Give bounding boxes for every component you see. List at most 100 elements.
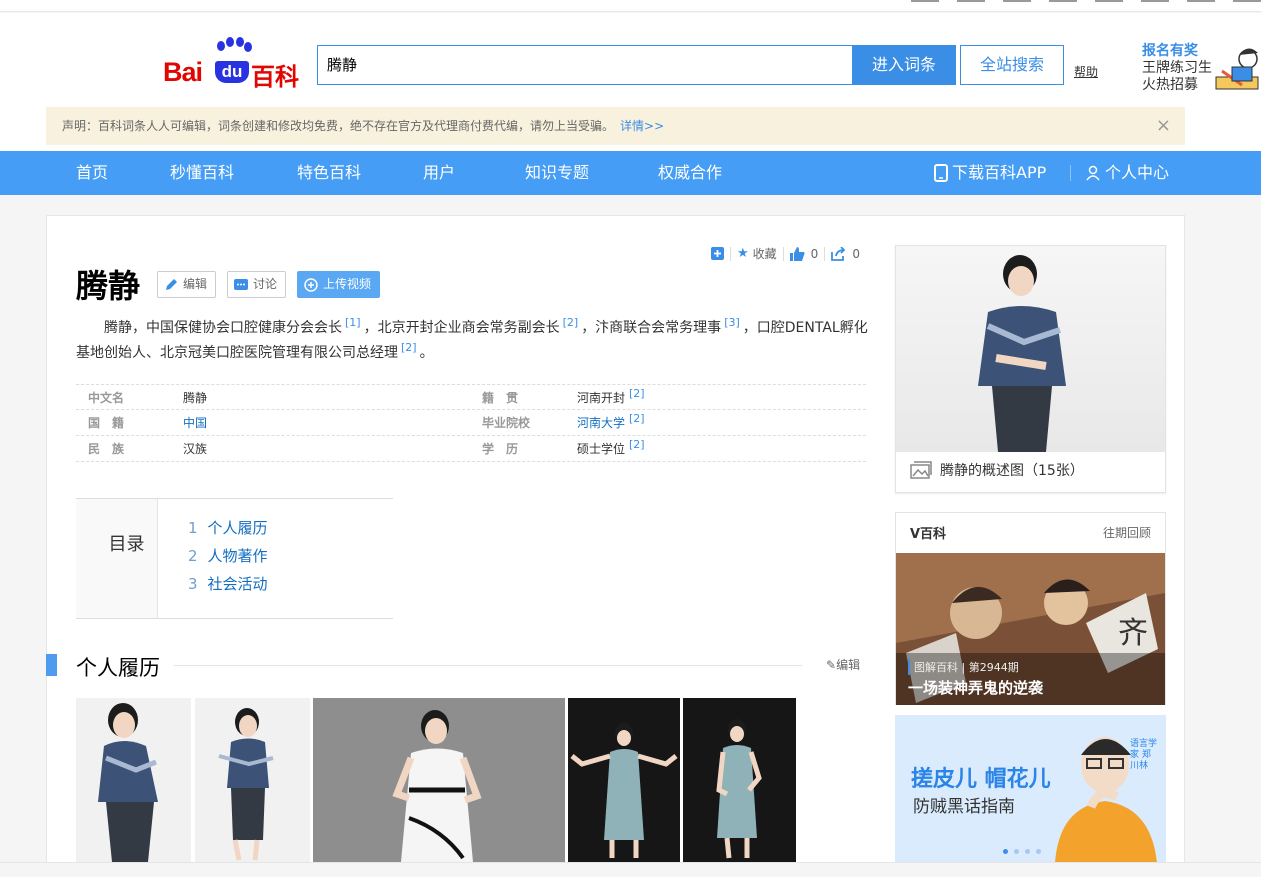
top-link[interactable] bbox=[1141, 0, 1169, 2]
top-link[interactable] bbox=[911, 0, 939, 2]
info-value: 腾静 bbox=[183, 391, 208, 405]
nav-item-topics[interactable]: 知识专题 bbox=[525, 151, 589, 195]
add-icon[interactable] bbox=[711, 247, 724, 260]
carousel-dot[interactable] bbox=[1003, 849, 1008, 854]
info-row: 国 籍 中国 毕业院校 河南大学 [2] bbox=[76, 410, 866, 436]
reference-mark[interactable]: [2] bbox=[629, 438, 645, 451]
favorite-label[interactable]: 收藏 bbox=[753, 245, 777, 262]
album-caption[interactable]: 腾静的概述图（15张） bbox=[910, 460, 1084, 480]
info-value-link[interactable]: 河南大学 bbox=[577, 416, 625, 430]
promo-mascot-illustration[interactable] bbox=[1212, 41, 1261, 99]
reference-mark[interactable]: [3] bbox=[724, 316, 740, 329]
v-baike-card[interactable]: V百科 往期回顾 齐 图解百科 | 第2944期 一场装神弄鬼的逆袭 bbox=[895, 512, 1166, 705]
person-photo bbox=[98, 703, 158, 862]
v-baike-title: V百科 bbox=[910, 527, 947, 542]
info-row: 中文名 腾静 籍 贯 河南开封 [2] bbox=[76, 384, 866, 410]
close-icon[interactable]: × bbox=[1156, 107, 1171, 145]
album-cover-image[interactable] bbox=[896, 246, 1165, 452]
promo-title: 报名有奖 bbox=[1142, 43, 1198, 59]
promo-banner[interactable]: 报名有奖 王牌练习生 火热招募 bbox=[1142, 40, 1212, 94]
nav-divider bbox=[1070, 165, 1071, 181]
edit-button[interactable]: 编辑 bbox=[157, 271, 217, 298]
section-edit-link[interactable]: ✎编辑 bbox=[826, 656, 860, 673]
discuss-button-label: 讨论 bbox=[253, 277, 278, 291]
site-search-button[interactable]: 全站搜索 bbox=[960, 45, 1064, 85]
share-icon[interactable] bbox=[831, 246, 846, 261]
user-center-label: 个人中心 bbox=[1105, 163, 1170, 182]
baidu-baike-logo[interactable]: Bai du 百科 bbox=[163, 37, 299, 91]
summary-text: 。 bbox=[419, 345, 434, 361]
edit-button-label: 编辑 bbox=[183, 277, 208, 291]
photo-thumbnail[interactable] bbox=[313, 698, 565, 862]
header: Bai du 百科 腾静 进入词条 全站搜索 帮助 报名有奖 王牌练习生 火热招… bbox=[0, 13, 1261, 151]
nav-item-cooperation[interactable]: 权威合作 bbox=[658, 151, 722, 195]
nav-item-miaodong[interactable]: 秒懂百科 bbox=[170, 151, 234, 195]
v-baike-issue: 图解百科 | 第2944期 bbox=[908, 659, 1019, 675]
download-app-link[interactable]: 下载百科APP bbox=[934, 151, 1046, 195]
top-link[interactable] bbox=[1049, 0, 1077, 2]
reference-mark[interactable]: [2] bbox=[629, 387, 645, 400]
toolbar-divider bbox=[782, 246, 784, 261]
v-baike-more-link[interactable]: 往期回顾 bbox=[1103, 524, 1151, 541]
star-icon[interactable]: ★ bbox=[737, 246, 749, 261]
image-icon bbox=[910, 461, 932, 479]
paw-icon bbox=[217, 37, 252, 52]
info-value-link[interactable]: 中国 bbox=[183, 410, 207, 436]
likes-count: 0 bbox=[810, 246, 819, 261]
person-photo bbox=[570, 723, 678, 858]
search-input[interactable]: 腾静 bbox=[317, 45, 853, 85]
photo-thumbnail[interactable] bbox=[568, 698, 680, 862]
summary-text: ，汴商联合会常务理事 bbox=[581, 320, 722, 336]
album-caption-text: 腾静的概述图（15张） bbox=[940, 463, 1084, 479]
entry-toolbar: ★ 收藏 0 0 bbox=[711, 245, 860, 262]
top-link[interactable] bbox=[957, 0, 985, 2]
main-nav: 首页 秒懂百科 特色百科 用户 知识专题 权威合作 下载百科APP 个人中心 bbox=[0, 151, 1261, 195]
top-link[interactable] bbox=[1003, 0, 1031, 2]
nav-item-users[interactable]: 用户 bbox=[423, 151, 455, 195]
info-value-text: 河南开封 bbox=[577, 391, 626, 405]
toc-item[interactable]: 1 个人履历 bbox=[188, 517, 268, 538]
info-key: 中文名 bbox=[88, 391, 125, 405]
entry-title: 腾静 bbox=[76, 267, 141, 305]
promo-ad-card[interactable]: 搓皮儿 帽花儿 防贼黑话指南 语言学家 郑川林 bbox=[895, 715, 1166, 863]
carousel-dot[interactable] bbox=[1025, 849, 1030, 854]
carousel-dot[interactable] bbox=[1036, 849, 1041, 854]
top-link[interactable] bbox=[1095, 0, 1123, 2]
reference-mark[interactable]: [1] bbox=[345, 316, 361, 329]
discuss-button[interactable]: 讨论 bbox=[227, 271, 287, 298]
toc-item[interactable]: 3 社会活动 bbox=[188, 573, 268, 594]
user-icon bbox=[1086, 165, 1100, 181]
photo-thumbnail[interactable] bbox=[683, 698, 796, 862]
top-link[interactable] bbox=[1233, 0, 1261, 2]
top-strip bbox=[0, 0, 1261, 12]
album-card[interactable]: 腾静的概述图（15张） bbox=[895, 245, 1166, 493]
toc-item-label: 个人履历 bbox=[207, 519, 268, 537]
ad-presenter: 语言学家 郑川林 bbox=[1130, 739, 1158, 771]
toc-item[interactable]: 2 人物著作 bbox=[188, 545, 268, 566]
section-title: 个人履历 bbox=[76, 656, 160, 680]
upload-video-label: 上传视频 bbox=[323, 277, 372, 291]
person-photo bbox=[716, 719, 762, 859]
svg-text:齐: 齐 bbox=[1118, 616, 1148, 651]
top-link[interactable] bbox=[1187, 0, 1215, 2]
reference-mark[interactable]: [2] bbox=[629, 412, 645, 425]
photo-thumbnail[interactable] bbox=[76, 698, 191, 862]
section-edit-label: 编辑 bbox=[836, 658, 861, 672]
thumbs-up-icon[interactable] bbox=[789, 246, 805, 261]
entry-summary: 腾静，中国保健协会口腔健康分会会长 [1] ，北京开封企业商会常务副会长 [2] ，汴商… bbox=[76, 316, 870, 366]
user-center-link[interactable]: 个人中心 bbox=[1085, 151, 1169, 195]
reference-mark[interactable]: [2] bbox=[401, 341, 417, 354]
v-baike-illustration[interactable]: 齐 图解百科 | 第2944期 一场装神弄鬼的逆袭 bbox=[896, 553, 1165, 705]
help-link[interactable]: 帮助 bbox=[1074, 63, 1098, 80]
v-baike-headline[interactable]: 一场装神弄鬼的逆袭 bbox=[908, 677, 1043, 698]
enter-entry-button[interactable]: 进入词条 bbox=[852, 45, 956, 85]
reference-mark[interactable]: [2] bbox=[563, 316, 579, 329]
nav-item-home[interactable]: 首页 bbox=[76, 151, 108, 195]
info-row: 民 族 汉族 学 历 硕士学位 [2] bbox=[76, 436, 866, 462]
toolbar-divider bbox=[730, 246, 731, 261]
upload-video-button[interactable]: 上传视频 bbox=[297, 271, 381, 298]
nav-item-special[interactable]: 特色百科 bbox=[297, 151, 361, 195]
photo-thumbnail[interactable] bbox=[195, 698, 310, 862]
carousel-dot[interactable] bbox=[1014, 849, 1019, 854]
notice-more-link[interactable]: 详情>> bbox=[620, 119, 664, 133]
